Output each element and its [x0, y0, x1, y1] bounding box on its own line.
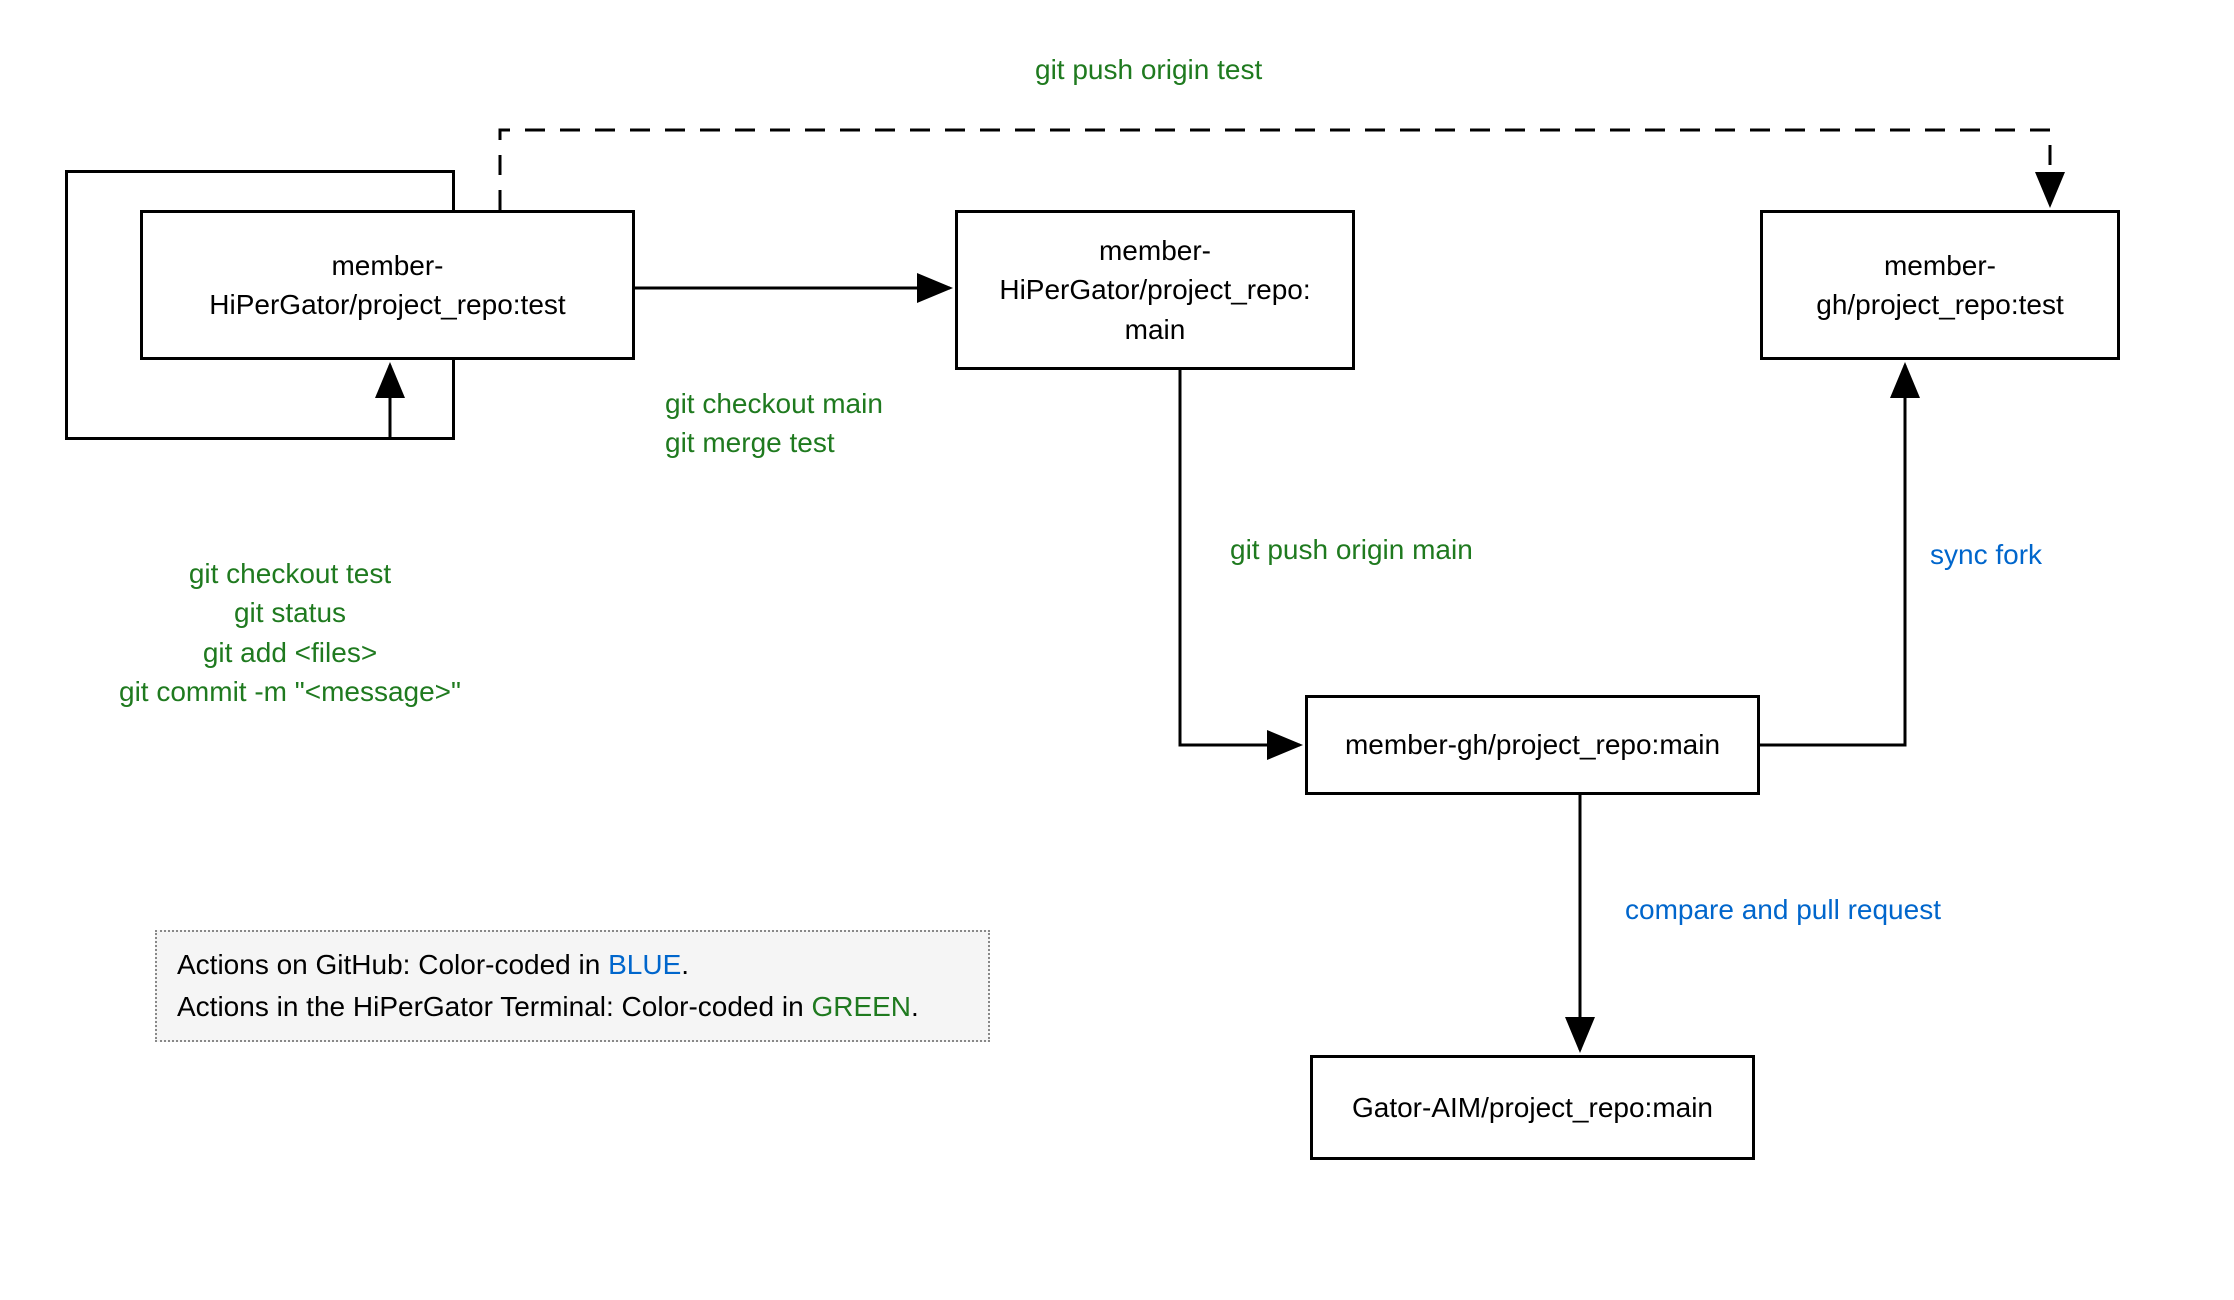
legend-line-github: Actions on GitHub: Color-coded in BLUE. — [177, 944, 968, 986]
label-checkout-status: git checkout test git status git add <fi… — [50, 515, 530, 711]
node-hipergator-test-label: member- HiPerGator/project_repo:test — [209, 246, 565, 324]
node-hipergator-test: member- HiPerGator/project_repo:test — [140, 210, 635, 360]
label-push-main: git push origin main — [1230, 530, 1473, 569]
node-hipergator-main-label: member- HiPerGator/project_repo: main — [999, 231, 1310, 349]
node-gh-test-label: member- gh/project_repo:test — [1816, 246, 2064, 324]
arrow-sync-fork — [1760, 365, 1905, 745]
label-push-test: git push origin test — [1035, 50, 1262, 89]
legend-line-terminal: Actions in the HiPerGator Terminal: Colo… — [177, 986, 968, 1028]
label-compare-pr: compare and pull request — [1625, 890, 1941, 929]
node-gh-main-label: member-gh/project_repo:main — [1345, 725, 1720, 764]
label-checkout-merge: git checkout main git merge test — [665, 345, 883, 463]
node-gatoraim-main: Gator-AIM/project_repo:main — [1310, 1055, 1755, 1160]
node-gh-main: member-gh/project_repo:main — [1305, 695, 1760, 795]
node-gh-test: member- gh/project_repo:test — [1760, 210, 2120, 360]
node-hipergator-main: member- HiPerGator/project_repo: main — [955, 210, 1355, 370]
arrow-push-test-dashed — [500, 130, 2050, 210]
legend-box: Actions on GitHub: Color-coded in BLUE. … — [155, 930, 990, 1042]
label-sync-fork: sync fork — [1930, 535, 2042, 574]
node-gatoraim-main-label: Gator-AIM/project_repo:main — [1352, 1088, 1713, 1127]
